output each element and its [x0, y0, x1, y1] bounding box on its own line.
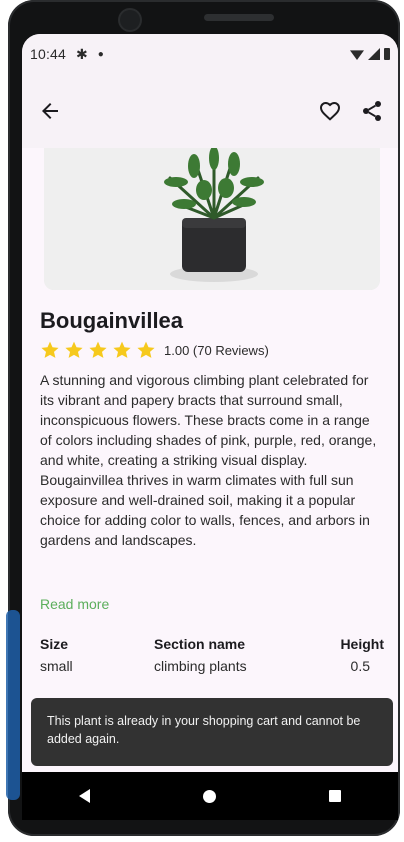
star-icon	[89, 341, 107, 358]
rating-row: 1.00 (70 Reviews)	[40, 340, 269, 360]
status-icons	[350, 48, 390, 60]
status-bar: 10:44 ✱ ●	[22, 34, 398, 74]
nav-back-icon[interactable]	[78, 789, 90, 803]
spec-height-label: Height	[340, 636, 384, 652]
nav-home-icon[interactable]	[202, 789, 216, 803]
product-description: A stunning and vigorous climbing plant c…	[40, 372, 377, 548]
spec-size-value: small	[40, 658, 73, 674]
front-camera	[120, 10, 140, 30]
spec-section-label: Section name	[154, 636, 246, 652]
spec-size-label: Size	[40, 636, 69, 652]
rating-text: 1.00 (70 Reviews)	[164, 342, 269, 358]
star-icon	[41, 341, 59, 358]
spec-height-value: 0.5	[350, 658, 370, 674]
star-icon	[137, 341, 155, 358]
device-edge	[6, 610, 20, 800]
product-title: Bougainvillea	[40, 308, 184, 333]
gear-icon: ✱	[76, 45, 88, 62]
nav-recent-icon[interactable]	[329, 790, 342, 802]
snackbar: This plant is already in your shopping c…	[31, 698, 393, 766]
speaker-grille	[204, 14, 274, 21]
system-nav-bar	[22, 772, 398, 820]
signal-icon	[368, 48, 380, 60]
battery-icon	[384, 48, 390, 60]
wifi-icon	[350, 50, 364, 60]
read-more-link[interactable]: Read more	[40, 596, 109, 612]
dot-icon: ●	[97, 48, 104, 60]
heart-outline-icon[interactable]	[318, 99, 342, 123]
plant-illustration	[44, 148, 380, 290]
screen: 10:44 ✱ ● Bougainvillea 1.00 (70 Reviews…	[22, 34, 398, 772]
star-icon	[113, 341, 131, 358]
snackbar-message: This plant is already in your shopping c…	[47, 714, 361, 746]
spec-section-value: climbing plants	[154, 658, 247, 674]
product-content: Bougainvillea 1.00 (70 Reviews) A stunni…	[22, 148, 398, 738]
status-time: 10:44	[30, 46, 67, 62]
app-bar	[22, 74, 398, 148]
share-icon[interactable]	[360, 99, 384, 123]
star-icon	[65, 341, 83, 358]
product-image	[44, 148, 380, 290]
arrow-left-icon[interactable]	[38, 99, 62, 123]
